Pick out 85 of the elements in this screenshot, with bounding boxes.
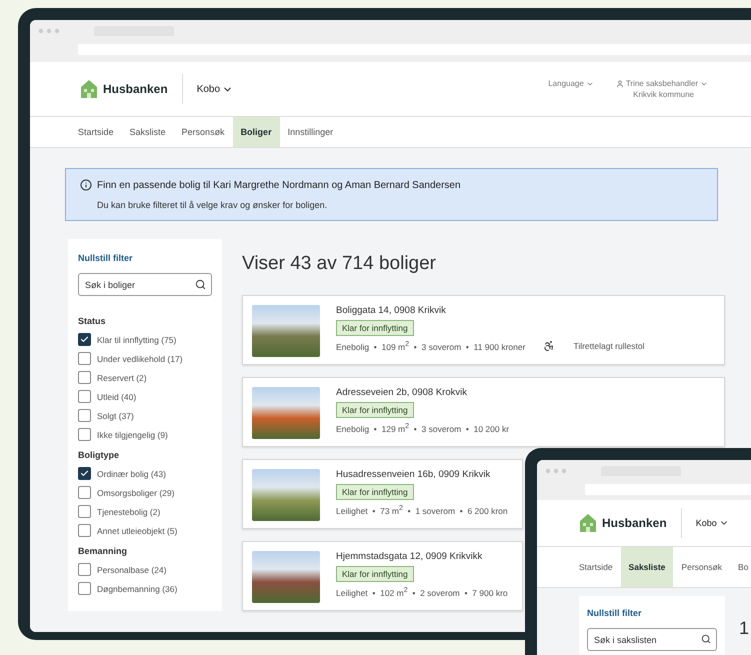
- banner-title: Finn en passende bolig til Kari Margrethe Nordmann og Aman Bernard Sandersen: [97, 180, 461, 190]
- language-menu[interactable]: Language: [548, 79, 594, 88]
- checkbox-label: Ordinær bolig (43): [97, 468, 166, 478]
- checkbox-label: Under vedlikehold (17): [97, 354, 183, 364]
- listing-details: Leilighet • 102 m$^{2}$ • 2 soverom • 7 900 kro: [336, 586, 508, 598]
- check-icon: [80, 335, 89, 344]
- checkbox[interactable]: [78, 524, 91, 537]
- photo-placeholder: [252, 305, 320, 357]
- search-icon: [701, 634, 711, 644]
- window-controls-icon: [38, 28, 60, 34]
- filter-group-title: Boligtype: [78, 450, 120, 460]
- logo-text: Husbanken: [103, 82, 168, 96]
- photo-placeholder: [252, 387, 320, 439]
- window-controls-icon: [545, 468, 567, 474]
- organization-name: Krikvik kommune: [633, 90, 694, 99]
- checkbox-label: Reservert (2): [97, 372, 147, 382]
- banner-text: Du kan bruke filteret til å velge krav og ønsker for boligen.: [97, 200, 328, 210]
- checkbox[interactable]: [78, 467, 91, 480]
- checkbox-label: Klar til innflytting (75): [97, 334, 176, 344]
- checkbox[interactable]: [78, 390, 91, 403]
- reset-filter-link[interactable]: Nullstill filter: [78, 253, 212, 263]
- checkbox-label: Annet utleieobjekt (5): [97, 526, 178, 536]
- user-icon: [616, 80, 624, 88]
- checkbox-label: Utleid (40): [97, 392, 136, 402]
- info-icon: [80, 179, 92, 191]
- nav-tab[interactable]: Personsøk: [673, 547, 730, 587]
- listing-details: Leilighet • 73 m$^{2}$ • 1 soverom • 6 200 kron: [336, 504, 508, 516]
- checkbox-label: Ikke tilgjengelig (9): [97, 430, 168, 440]
- logo-icon: [80, 79, 98, 99]
- listing-address: Boliggata 14, 0908 Krikvik: [336, 305, 447, 316]
- logo[interactable]: Husbanken: [80, 79, 168, 99]
- checkbox[interactable]: [78, 352, 91, 365]
- results-heading: Viser 43 av 714 boliger: [242, 253, 437, 275]
- listing-card[interactable]: Adresseveien 2b, 0908 Krokvik Klar for innflytting Enebolig • 129 m$^{2}$ • 3 soverom • 10 200 kr: [242, 377, 725, 447]
- app-menu[interactable]: Kobo: [196, 84, 234, 94]
- listing-address: Hjemmstadsgata 12, 0909 Krikvikk: [336, 551, 484, 562]
- status-tag: Klar for innflytting: [336, 566, 414, 582]
- check-icon: [80, 469, 89, 478]
- checkbox[interactable]: [78, 333, 91, 346]
- wheelchair-icon: [543, 340, 556, 352]
- listing-address: Husadressenveien 16b, 0909 Krikvik: [336, 469, 492, 480]
- checkbox-label: Tjenestebolig (2): [97, 506, 160, 516]
- listing-card[interactable]: Boliggata 14, 0908 Krikvik Klar for innflytting Enebolig • 109 m$^{2}$ • 3 soverom • 11 900 kroner Tilrettelagt rullestol: [242, 295, 725, 365]
- checkbox[interactable]: [78, 409, 91, 422]
- listing-details: Enebolig • 109 m$^{2}$ • 3 soverom • 11 900 kroner: [336, 340, 526, 352]
- logo-text: Husbanken: [602, 516, 667, 530]
- checkbox[interactable]: [78, 582, 91, 595]
- user-menu[interactable]: Trine saksbehandler: [616, 79, 708, 88]
- nav-tab[interactable]: Startside: [70, 117, 122, 147]
- nav-tab[interactable]: Innstillinger: [280, 117, 342, 147]
- checkbox[interactable]: [78, 486, 91, 499]
- checkbox[interactable]: [78, 428, 91, 441]
- logo[interactable]: Husbanken: [579, 513, 667, 533]
- nav-tab[interactable]: Saksliste: [620, 547, 674, 587]
- app-menu[interactable]: Kobo: [696, 518, 729, 528]
- status-tag: Klar for innflytting: [336, 402, 414, 418]
- search-field[interactable]: Søk i sakslisten: [587, 628, 717, 651]
- listing-card[interactable]: Husadressenveien 16b, 0909 Krikvik Klar for innflytting Leilighet • 73 m$^{2}$ • 1 soverom • 6 200 kron: [242, 459, 523, 529]
- search-icon: [195, 279, 206, 290]
- listing-details: Enebolig • 129 m$^{2}$ • 3 soverom • 10 200 kr: [336, 422, 510, 434]
- checkbox-label: Døgnbemanning (36): [97, 584, 178, 594]
- checkbox-label: Personalbase (24): [97, 564, 166, 574]
- results-heading: 1: [739, 618, 750, 640]
- photo-placeholder: [252, 469, 320, 521]
- nav-tab[interactable]: Saksliste: [122, 117, 174, 147]
- logo-icon: [579, 513, 597, 533]
- status-tag: Klar for innflytting: [336, 484, 414, 500]
- checkbox-label: Omsorgsboliger (29): [97, 488, 174, 498]
- checkbox-label: Solgt (37): [97, 410, 134, 420]
- checkbox[interactable]: [78, 371, 91, 384]
- listing-card[interactable]: Hjemmstadsgata 12, 0909 Krikvikk Klar for innflytting Leilighet • 102 m$^{2}$ • 2 soverom • 7 900 kro: [242, 541, 523, 611]
- accessibility-label: Tilrettelagt rullestol: [573, 341, 644, 351]
- status-tag: Klar for innflytting: [336, 320, 414, 336]
- filter-group-title: Status: [78, 316, 107, 326]
- nav-tab[interactable]: Bo: [730, 547, 751, 587]
- photo-placeholder: [252, 551, 320, 603]
- nav-tab[interactable]: Personsøk: [174, 117, 233, 147]
- reset-filter-link[interactable]: Nullstill filter: [587, 608, 717, 618]
- filter-group-title: Bemanning: [78, 546, 128, 556]
- checkbox[interactable]: [78, 505, 91, 518]
- search-field[interactable]: Søk i boliger: [78, 273, 212, 296]
- nav-tab[interactable]: Startside: [571, 547, 621, 587]
- listing-address: Adresseveien 2b, 0908 Krokvik: [336, 387, 468, 398]
- nav-tab[interactable]: Boliger: [232, 117, 280, 147]
- checkbox[interactable]: [78, 563, 91, 576]
